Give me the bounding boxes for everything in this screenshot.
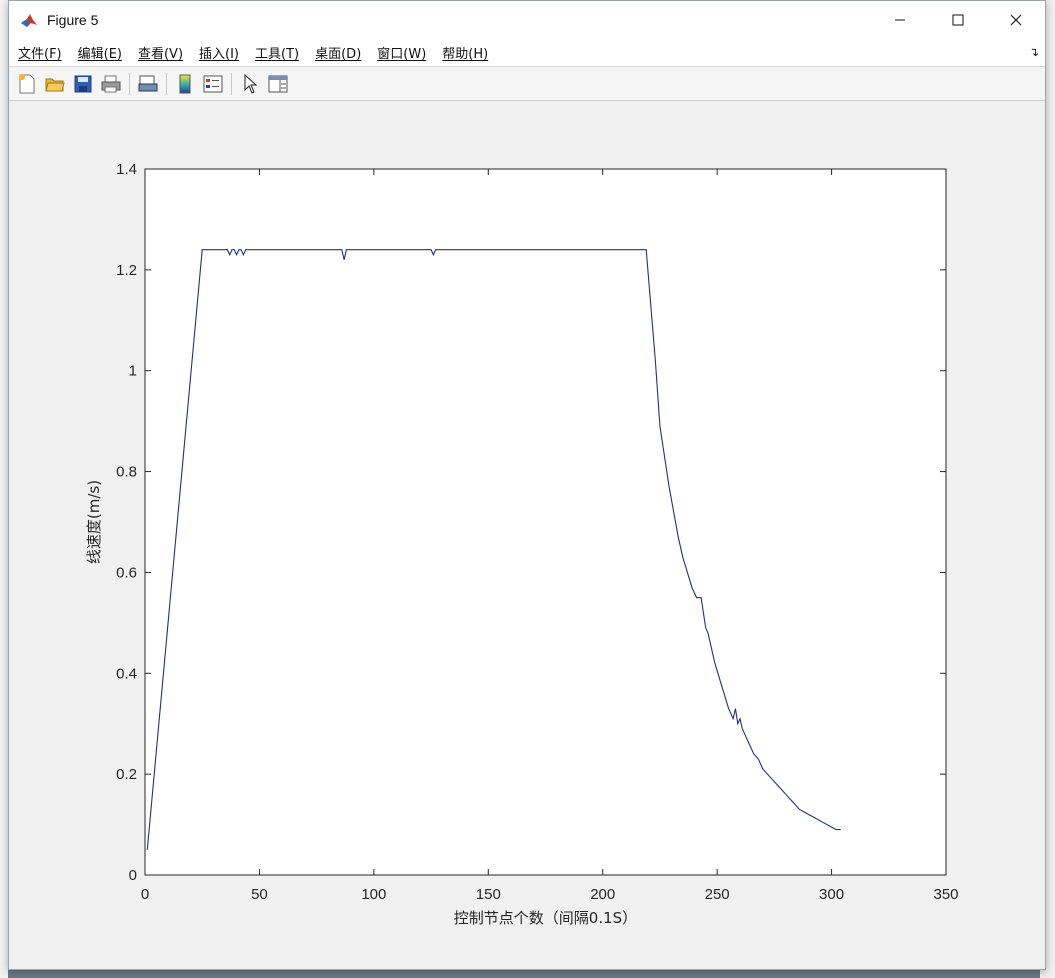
property-inspector-button[interactable] — [267, 73, 289, 95]
window-title: Figure 5 — [47, 12, 99, 28]
axes-box — [144, 168, 947, 876]
y-tick-label: 0.4 — [116, 665, 137, 682]
menu-edit[interactable]: 编辑(E) — [70, 43, 130, 62]
property-inspector-icon — [268, 75, 288, 92]
print-button[interactable] — [100, 73, 122, 95]
background-window-left — [0, 0, 8, 978]
line-chart[interactable]: 0 50 100 150 200 250 300 350 0 0.2 0.4 0.6 0.8 1 1.2 1.… — [9, 101, 1045, 969]
y-axis-label: 线速度(m/s) — [85, 480, 103, 564]
figure-canvas[interactable]: 0 50 100 150 200 250 300 350 0 0.2 0.4 0.6 0.8 1 1.2 1.… — [9, 101, 1045, 969]
menu-tools[interactable]: 工具(T) — [247, 43, 307, 62]
title-bar[interactable]: Figure 5 — [9, 1, 1045, 39]
select-pointer-button[interactable] — [239, 73, 261, 95]
maximize-icon — [952, 14, 964, 26]
save-icon — [74, 75, 92, 92]
x-tick-label: 50 — [251, 886, 268, 903]
y-tick-label: 1.4 — [116, 161, 137, 178]
dock-arrow-icon[interactable]: ↴ — [1029, 45, 1039, 59]
x-tick-label: 300 — [819, 886, 844, 903]
open-file-button[interactable] — [44, 73, 66, 95]
colorbar-button[interactable] — [174, 73, 196, 95]
x-axis-label: 控制节点个数（间隔0.1S） — [454, 909, 637, 927]
close-button[interactable] — [987, 1, 1045, 39]
menu-bar: 文件(F) 编辑(E) 查看(V) 插入(I) 工具(T) 桌面(D) 窗口(W… — [9, 39, 1045, 67]
x-tick-label: 0 — [141, 886, 149, 903]
print-preview-icon — [138, 75, 158, 91]
figure-toolbar — [9, 67, 1045, 101]
menu-desktop[interactable]: 桌面(D) — [307, 43, 369, 62]
x-tick-label: 250 — [705, 886, 730, 903]
y-tick-label: 0 — [129, 867, 137, 884]
toolbar-separator — [166, 72, 167, 95]
legend-button[interactable] — [202, 73, 224, 95]
x-tick-label: 350 — [933, 886, 958, 903]
y-tick-label: 1 — [129, 363, 137, 380]
close-icon — [1010, 14, 1022, 26]
toolbar-separator — [231, 72, 232, 95]
toolbar-separator — [129, 72, 130, 95]
minimize-button[interactable] — [871, 1, 929, 39]
x-tick-label: 200 — [590, 886, 615, 903]
select-pointer-icon — [244, 73, 258, 94]
minimize-icon — [895, 19, 905, 21]
maximize-button[interactable] — [929, 1, 987, 39]
menu-help[interactable]: 帮助(H) — [434, 43, 496, 62]
menu-insert[interactable]: 插入(I) — [191, 43, 247, 62]
x-tick-label: 100 — [361, 886, 386, 903]
x-tick-label: 150 — [476, 886, 501, 903]
y-tick-label: 1.2 — [116, 262, 137, 279]
menu-view[interactable]: 查看(V) — [130, 43, 191, 62]
figure-window: Figure 5 文件(F) 编辑(E) 查看(V) 插入(I) 工具(T) 桌… — [8, 0, 1046, 970]
new-figure-icon — [19, 73, 35, 93]
menu-file[interactable]: 文件(F) — [10, 43, 70, 62]
save-button[interactable] — [72, 73, 94, 95]
print-icon — [101, 75, 121, 92]
matlab-logo-icon — [19, 10, 39, 30]
y-tick-label: 0.2 — [116, 766, 137, 783]
menu-window[interactable]: 窗口(W) — [369, 43, 434, 62]
legend-icon — [203, 75, 223, 92]
y-tick-label: 0.8 — [116, 464, 137, 481]
new-figure-button[interactable] — [16, 73, 38, 95]
y-tick-label: 0.6 — [116, 564, 137, 581]
open-file-icon — [45, 78, 65, 91]
print-preview-button[interactable] — [137, 73, 159, 95]
colorbar-icon — [179, 74, 191, 93]
